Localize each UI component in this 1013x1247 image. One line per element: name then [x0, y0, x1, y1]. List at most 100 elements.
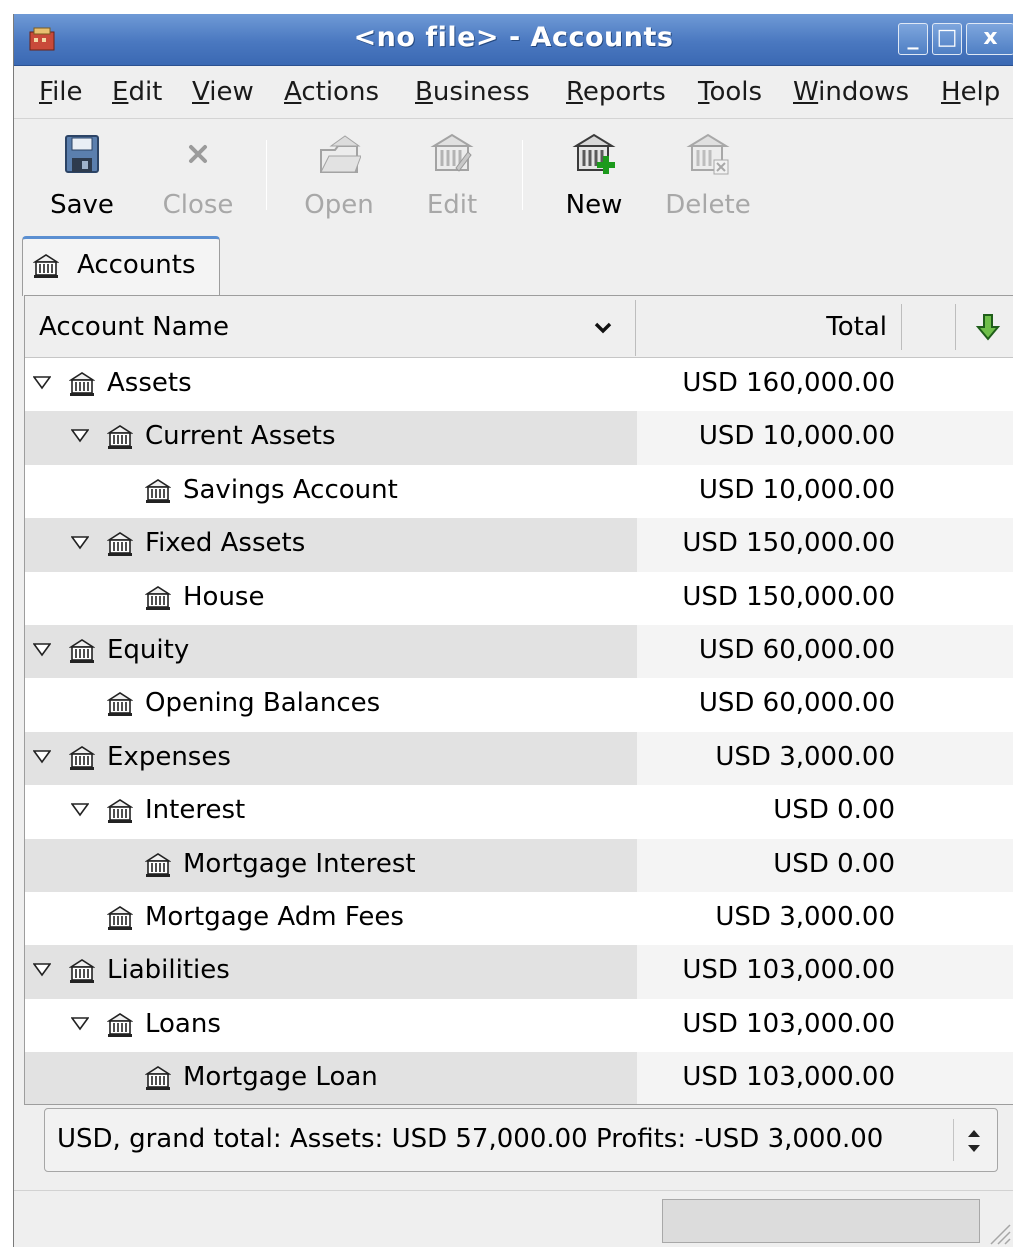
account-total: USD 150,000.00: [682, 528, 895, 559]
account-total-cell[interactable]: USD 103,000.00: [637, 999, 1013, 1052]
new-button[interactable]: New: [560, 132, 628, 232]
account-name-cell[interactable]: Mortgage Loan: [25, 1052, 637, 1104]
bank-icon: [69, 639, 95, 663]
bank-icon: [69, 372, 95, 396]
account-total: USD 10,000.00: [698, 474, 895, 505]
menu-edit[interactable]: Edit: [112, 77, 162, 107]
close-button[interactable]: Close: [158, 132, 238, 232]
column-divider[interactable]: [901, 304, 902, 350]
up-down-spinner-icon[interactable]: [963, 1125, 985, 1157]
column-header-total[interactable]: Total: [826, 312, 887, 342]
account-row[interactable]: Fixed Assets USD 150,000.00: [25, 518, 1013, 572]
minimize-icon: _: [907, 25, 919, 50]
account-row[interactable]: Current Assets USD 10,000.00: [25, 411, 1013, 465]
delete-button[interactable]: Delete: [662, 132, 754, 232]
account-row[interactable]: Expenses USD 3,000.00: [25, 731, 1013, 786]
account-name-cell[interactable]: Current Assets: [25, 411, 637, 465]
account-tree[interactable]: Account Name Total Assets USD 160,000.00 C…: [24, 295, 1013, 1105]
account-name-cell[interactable]: Expenses: [25, 731, 637, 786]
account-row[interactable]: Mortgage Loan USD 103,000.00: [25, 1052, 1013, 1104]
account-row[interactable]: Opening Balances USD 60,000.00: [25, 678, 1013, 731]
minimize-button[interactable]: _: [898, 23, 928, 55]
save-button[interactable]: Save: [46, 132, 118, 232]
menu-view[interactable]: View: [192, 77, 254, 107]
column-selector-arrow-icon[interactable]: [975, 312, 1001, 342]
account-name-cell[interactable]: Liabilities: [25, 945, 637, 999]
column-headers: Account Name Total: [25, 296, 1013, 358]
expander-triangle-icon[interactable]: [33, 963, 51, 977]
toolbar: Save Close Open Edit New Delete: [14, 120, 1013, 238]
chevron-down-icon[interactable]: [593, 318, 613, 338]
account-row[interactable]: Loans USD 103,000.00: [25, 999, 1013, 1052]
account-name: Equity: [107, 634, 190, 665]
account-name-cell[interactable]: Interest: [25, 785, 637, 838]
account-name-cell[interactable]: Mortgage Adm Fees: [25, 892, 637, 945]
menu-reports[interactable]: Reports: [566, 77, 666, 107]
menu-bar: File Edit View Actions Business Reports …: [14, 67, 1013, 119]
menu-tools[interactable]: Tools: [698, 77, 762, 107]
expander-triangle-icon[interactable]: [71, 1016, 89, 1031]
account-total-cell[interactable]: USD 150,000.00: [637, 572, 1013, 625]
account-total-cell[interactable]: USD 10,000.00: [637, 465, 1013, 518]
title-bar[interactable]: <no file> - Accounts _ □ x: [14, 14, 1013, 66]
menu-actions[interactable]: Actions: [284, 77, 379, 107]
bank-icon: [145, 585, 171, 610]
toolbar-separator: [266, 140, 267, 210]
account-total-cell[interactable]: USD 150,000.00: [637, 518, 1013, 572]
account-name-cell[interactable]: Equity: [25, 624, 637, 679]
maximize-button[interactable]: □: [932, 23, 962, 55]
account-total-cell[interactable]: USD 3,000.00: [637, 731, 1013, 786]
expander-triangle-icon[interactable]: [71, 803, 89, 817]
account-total-cell[interactable]: USD 103,000.00: [637, 1052, 1013, 1104]
delete-account-icon: [686, 133, 730, 175]
expander-triangle-icon[interactable]: [71, 429, 89, 443]
expander-triangle-icon[interactable]: [33, 376, 51, 390]
account-name-cell[interactable]: Mortgage Interest: [25, 838, 637, 892]
grand-total-summary: USD, grand total: Assets: USD 57,000.00 …: [57, 1124, 884, 1154]
menu-windows[interactable]: Windows: [793, 77, 909, 107]
column-divider[interactable]: [635, 300, 636, 356]
edit-button[interactable]: Edit: [420, 132, 484, 232]
account-total-cell[interactable]: USD 0.00: [637, 838, 1013, 892]
account-name-cell[interactable]: House: [25, 572, 637, 625]
expander-triangle-icon[interactable]: [33, 643, 51, 657]
expander-triangle-icon[interactable]: [33, 749, 51, 764]
bank-icon: [107, 799, 133, 824]
column-header-account-name[interactable]: Account Name: [39, 312, 229, 342]
account-total-cell[interactable]: USD 60,000.00: [637, 624, 1013, 679]
account-row[interactable]: Assets USD 160,000.00: [25, 358, 1013, 411]
account-total-cell[interactable]: USD 10,000.00: [637, 411, 1013, 465]
summary-bar[interactable]: USD, grand total: Assets: USD 57,000.00 …: [44, 1108, 998, 1172]
account-name: Savings Account: [183, 474, 398, 505]
account-name-cell[interactable]: Savings Account: [25, 465, 637, 518]
account-name: Mortgage Adm Fees: [145, 901, 404, 932]
edit-label: Edit: [426, 190, 478, 220]
close-window-button[interactable]: x: [966, 23, 1013, 55]
account-row[interactable]: Liabilities USD 103,000.00: [25, 945, 1013, 999]
expander-triangle-icon[interactable]: [71, 536, 89, 550]
menu-help[interactable]: Help: [941, 77, 1000, 107]
account-name-cell[interactable]: Loans: [25, 999, 637, 1052]
account-row[interactable]: Equity USD 60,000.00: [25, 624, 1013, 679]
account-name-cell[interactable]: Opening Balances: [25, 678, 637, 731]
account-name-cell[interactable]: Assets: [25, 358, 637, 411]
account-row[interactable]: Mortgage Adm Fees USD 3,000.00: [25, 892, 1013, 945]
account-row[interactable]: House USD 150,000.00: [25, 572, 1013, 625]
menu-business[interactable]: Business: [415, 77, 530, 107]
open-button[interactable]: Open: [300, 132, 378, 232]
close-icon: x: [983, 25, 998, 50]
window-title: <no file> - Accounts: [353, 22, 674, 53]
account-row[interactable]: Savings Account USD 10,000.00: [25, 465, 1013, 518]
account-name-cell[interactable]: Fixed Assets: [25, 518, 637, 572]
account-row[interactable]: Interest USD 0.00: [25, 785, 1013, 838]
account-total-cell[interactable]: USD 160,000.00: [637, 358, 1013, 411]
account-total-cell[interactable]: USD 0.00: [637, 785, 1013, 838]
account-total-cell[interactable]: USD 3,000.00: [637, 892, 1013, 945]
account-name: Loans: [145, 1008, 221, 1039]
menu-file[interactable]: File: [39, 77, 83, 107]
account-total-cell[interactable]: USD 60,000.00: [637, 678, 1013, 731]
resize-grip-icon[interactable]: [983, 1217, 1011, 1245]
tab-accounts[interactable]: Accounts: [22, 236, 220, 296]
account-total-cell[interactable]: USD 103,000.00: [637, 945, 1013, 999]
account-row[interactable]: Mortgage Interest USD 0.00: [25, 838, 1013, 892]
